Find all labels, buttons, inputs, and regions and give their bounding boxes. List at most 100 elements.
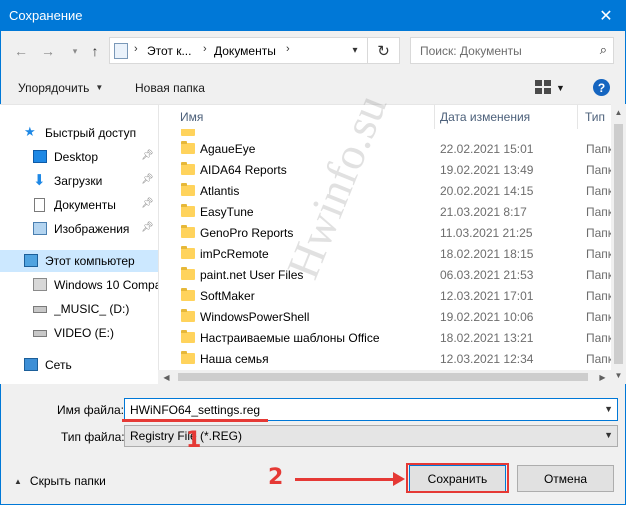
folder-icon bbox=[181, 351, 195, 364]
folder-icon bbox=[181, 183, 195, 196]
folder-icon bbox=[181, 225, 195, 238]
nav-item-this-pc[interactable]: Этот компьютер bbox=[0, 250, 158, 272]
folder-icon bbox=[181, 330, 195, 343]
pin-icon[interactable]: 📌︎ bbox=[141, 150, 154, 161]
close-icon[interactable]: ✕ bbox=[586, 0, 626, 31]
scroll-up-icon[interactable]: ▲ bbox=[611, 104, 626, 121]
folder-icon bbox=[181, 309, 195, 322]
filename-field[interactable]: HWiNFO64_settings.reg ▼ bbox=[124, 398, 618, 421]
row-name: GenoPro Reports bbox=[200, 226, 294, 240]
star-icon: ★ bbox=[24, 124, 36, 139]
horizontal-scrollbar[interactable]: ◀ ▶ bbox=[158, 370, 611, 384]
navigation-pane[interactable]: ★ Быстрый доступ Desktop 📌︎ ⬇ Загрузки 📌… bbox=[0, 104, 158, 384]
table-row[interactable]: imPcRemote 18.02.2021 18:15 Папк bbox=[159, 244, 611, 265]
nav-item-documents[interactable]: Документы 📌︎ bbox=[0, 194, 158, 216]
row-name: Наша семья bbox=[200, 352, 269, 366]
pin-icon[interactable]: 📌︎ bbox=[141, 174, 154, 185]
table-row[interactable]: GenoPro Reports 11.03.2021 21:25 Папк bbox=[159, 223, 611, 244]
table-row[interactable]: AgaueEye 22.02.2021 15:01 Папк bbox=[159, 139, 611, 160]
row-name: EasyTune bbox=[200, 205, 254, 219]
table-row[interactable]: Настраиваемые шаблоны Office 18.02.2021 1… bbox=[159, 328, 611, 349]
column-header-type[interactable]: Тип bbox=[585, 110, 605, 124]
table-row[interactable]: Наша семья 12.03.2021 12:34 Папк bbox=[159, 349, 611, 370]
column-header-date[interactable]: Дата изменения bbox=[440, 110, 530, 124]
row-type: Папк bbox=[586, 205, 611, 219]
scroll-thumb[interactable] bbox=[178, 373, 588, 381]
column-divider[interactable] bbox=[577, 105, 578, 129]
folder-icon bbox=[181, 204, 195, 217]
address-dropdown-icon[interactable]: ▾ bbox=[343, 37, 367, 64]
nav-item-label: VIDEO (E:) bbox=[54, 326, 115, 340]
nav-item-label: Изображения bbox=[54, 222, 130, 236]
chevron-right-icon[interactable]: › bbox=[203, 43, 207, 55]
breadcrumb-documents[interactable]: Документы bbox=[214, 44, 276, 58]
row-name: imPcRemote bbox=[200, 247, 269, 261]
filename-value: HWiNFO64_settings.reg bbox=[130, 403, 261, 417]
search-placeholder: Поиск: Документы bbox=[420, 44, 522, 58]
pin-icon[interactable]: 📌︎ bbox=[141, 222, 154, 233]
row-name: AIDA64 Reports bbox=[200, 163, 287, 177]
row-date: 18.02.2021 13:21 bbox=[440, 331, 534, 345]
scroll-down-icon[interactable]: ▼ bbox=[611, 367, 626, 384]
row-date: 12.03.2021 12:34 bbox=[440, 352, 534, 366]
chevron-right-icon[interactable]: › bbox=[134, 43, 138, 55]
column-divider[interactable] bbox=[434, 105, 435, 129]
view-options-icon[interactable] bbox=[535, 80, 551, 94]
scroll-thumb[interactable] bbox=[614, 124, 623, 364]
nav-item-quick-access[interactable]: ★ Быстрый доступ bbox=[0, 122, 158, 144]
nav-item-pictures[interactable]: Изображения 📌︎ bbox=[0, 218, 158, 240]
scroll-left-icon[interactable]: ◀ bbox=[158, 370, 175, 384]
table-row[interactable]: EasyTune 21.03.2021 8:17 Папк bbox=[159, 202, 611, 223]
chevron-right-icon[interactable]: › bbox=[286, 43, 290, 55]
row-type: Папк bbox=[586, 268, 611, 282]
chevron-up-icon: ▲ bbox=[14, 477, 22, 486]
nav-item-music-drive[interactable]: _MUSIC_ (D:) bbox=[0, 298, 158, 320]
nav-item-windows-drive[interactable]: Windows 10 Compa bbox=[0, 274, 158, 296]
table-row[interactable]: Atlantis 20.02.2021 14:15 Папк bbox=[159, 181, 611, 202]
file-list[interactable]: Имя Дата изменения Тип AgaueEye 22.02.202… bbox=[158, 104, 611, 384]
row-date: 22.02.2021 15:01 bbox=[440, 142, 534, 156]
recent-dropdown-icon[interactable]: ▾ bbox=[66, 42, 84, 60]
document-icon bbox=[34, 198, 45, 212]
nav-item-video-drive[interactable]: VIDEO (E:) bbox=[0, 322, 158, 344]
back-arrow-icon[interactable]: ← bbox=[12, 42, 30, 60]
pin-icon[interactable]: 📌︎ bbox=[141, 198, 154, 209]
hide-folders-button[interactable]: ▲ Скрыть папки bbox=[14, 474, 106, 488]
up-arrow-icon[interactable]: ↑ bbox=[86, 42, 104, 60]
table-row[interactable]: WindowsPowerShell 19.02.2021 10:06 Папк bbox=[159, 307, 611, 328]
new-folder-button[interactable]: Новая папка bbox=[135, 81, 205, 95]
cancel-button[interactable]: Отмена bbox=[517, 465, 614, 492]
folder-icon bbox=[181, 288, 195, 301]
column-header-name[interactable]: Имя bbox=[180, 110, 203, 124]
row-date: 06.03.2021 21:53 bbox=[440, 268, 534, 282]
breadcrumb-this-pc[interactable]: Этот к... bbox=[147, 44, 191, 58]
search-input[interactable]: Поиск: Документы ⌕ bbox=[410, 37, 614, 64]
row-date: 11.03.2021 21:25 bbox=[440, 226, 533, 240]
chevron-down-icon[interactable]: ▼ bbox=[604, 430, 613, 440]
vertical-scrollbar[interactable]: ▲ ▼ bbox=[611, 104, 626, 384]
chevron-down-icon[interactable]: ▼ bbox=[604, 404, 613, 414]
scroll-right-icon[interactable]: ▶ bbox=[594, 370, 611, 384]
chevron-down-icon: ▼ bbox=[95, 83, 104, 92]
table-row[interactable]: paint.net User Files 06.03.2021 21:53 Папк bbox=[159, 265, 611, 286]
refresh-icon[interactable]: ↻ bbox=[367, 37, 400, 64]
organize-button[interactable]: Упорядочить ▼ bbox=[18, 81, 103, 95]
view-dropdown-icon[interactable]: ▼ bbox=[556, 83, 565, 93]
nav-item-downloads[interactable]: ⬇ Загрузки 📌︎ bbox=[0, 170, 158, 192]
table-row[interactable]: AIDA64 Reports 19.02.2021 13:49 Папк bbox=[159, 160, 611, 181]
nav-item-network[interactable]: Сеть bbox=[0, 354, 158, 376]
row-name: WindowsPowerShell bbox=[200, 310, 310, 324]
folder-icon bbox=[181, 267, 195, 280]
table-row[interactable]: SoftMaker 12.03.2021 17:01 Папк bbox=[159, 286, 611, 307]
filename-label: Имя файла: bbox=[57, 403, 124, 417]
forward-arrow-icon[interactable]: → bbox=[39, 42, 57, 60]
organize-label: Упорядочить bbox=[18, 81, 90, 95]
nav-item-desktop[interactable]: Desktop 📌︎ bbox=[0, 146, 158, 168]
row-type: Папк bbox=[586, 310, 611, 324]
hide-folders-label: Скрыть папки bbox=[29, 474, 106, 488]
folder-path-icon bbox=[114, 43, 128, 59]
help-icon[interactable]: ? bbox=[593, 79, 610, 96]
row-name: Atlantis bbox=[200, 184, 240, 198]
desktop-icon bbox=[33, 150, 47, 163]
row-type: Папк bbox=[586, 352, 611, 366]
